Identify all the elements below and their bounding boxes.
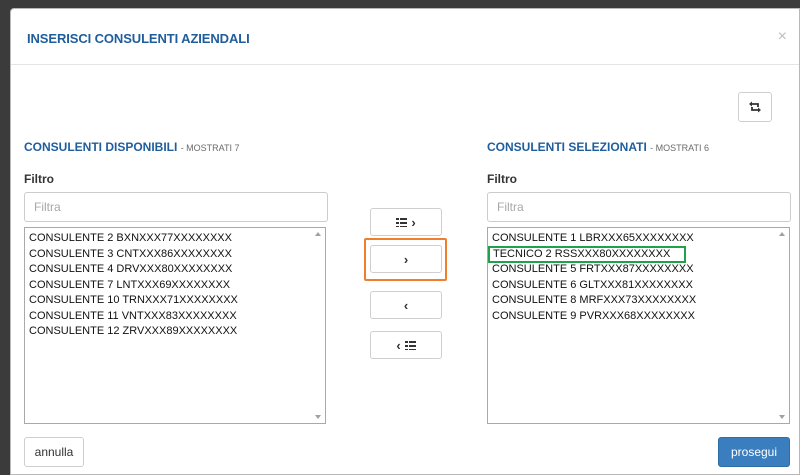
cancel-button[interactable]: annulla bbox=[24, 437, 84, 467]
scroll-down-icon[interactable] bbox=[315, 415, 321, 419]
scroll-up-icon[interactable] bbox=[779, 232, 785, 236]
dialog-header: INSERISCI CONSULENTI AZIENDALI × bbox=[11, 9, 799, 65]
left-list[interactable]: CONSULENTE 2 BXNXXX77XXXXXXXX CONSULENTE… bbox=[24, 227, 326, 424]
list-icon bbox=[404, 340, 416, 350]
list-icon bbox=[396, 217, 408, 227]
list-item[interactable]: CONSULENTE 11 VNTXXX83XXXXXXXX bbox=[25, 309, 325, 325]
left-panel-title-text: CONSULENTI DISPONIBILI bbox=[24, 140, 178, 154]
list-item[interactable]: CONSULENTE 7 LNTXXX69XXXXXXXX bbox=[25, 278, 325, 294]
right-list-items: CONSULENTE 1 LBRXXX65XXXXXXXX TECNICO 2 … bbox=[488, 228, 789, 324]
right-panel-title-text: CONSULENTI SELEZIONATI bbox=[487, 140, 647, 154]
continue-button[interactable]: prosegui bbox=[718, 437, 790, 467]
list-item[interactable]: CONSULENTE 12 ZRVXXX89XXXXXXXX bbox=[25, 324, 325, 340]
left-filter-label: Filtro bbox=[24, 172, 54, 186]
close-icon[interactable]: × bbox=[778, 28, 787, 46]
list-item[interactable]: CONSULENTE 3 CNTXXX86XXXXXXXX bbox=[25, 247, 325, 263]
list-item-selected[interactable]: TECNICO 2 RSSXXX80XXXXXXXX bbox=[488, 245, 686, 263]
left-panel-count: - MOSTRATI 7 bbox=[180, 143, 240, 153]
right-panel-count: - MOSTRATI 6 bbox=[650, 143, 709, 153]
move-all-right-button[interactable]: › bbox=[370, 208, 442, 236]
move-selected-left-button[interactable]: ‹ bbox=[370, 291, 442, 319]
right-panel-title: CONSULENTI SELEZIONATI - MOSTRATI 6 bbox=[487, 140, 709, 154]
list-item[interactable]: CONSULENTE 8 MRFXXX73XXXXXXXX bbox=[488, 293, 789, 309]
right-filter-input[interactable] bbox=[487, 192, 791, 222]
refresh-icon bbox=[749, 101, 761, 113]
list-item[interactable]: CONSULENTE 5 FRTXXX87XXXXXXXX bbox=[488, 262, 789, 278]
scroll-up-icon[interactable] bbox=[315, 232, 321, 236]
reset-button[interactable] bbox=[738, 92, 772, 122]
right-filter-label: Filtro bbox=[487, 172, 517, 186]
list-item[interactable]: CONSULENTE 6 GLTXXX81XXXXXXXX bbox=[488, 278, 789, 294]
left-list-items: CONSULENTE 2 BXNXXX77XXXXXXXX CONSULENTE… bbox=[25, 228, 325, 340]
left-filter-input[interactable] bbox=[24, 192, 328, 222]
chevron-right-icon: › bbox=[411, 214, 416, 230]
chevron-right-icon: › bbox=[403, 251, 409, 267]
left-panel-title: CONSULENTI DISPONIBILI - MOSTRATI 7 bbox=[24, 140, 240, 154]
list-item[interactable]: CONSULENTE 9 PVRXXX68XXXXXXXX bbox=[488, 309, 789, 325]
list-item[interactable]: CONSULENTE 1 LBRXXX65XXXXXXXX bbox=[488, 231, 789, 247]
chevron-left-icon: ‹ bbox=[403, 297, 409, 313]
move-selected-right-button[interactable]: › bbox=[370, 245, 442, 273]
dialog-title: INSERISCI CONSULENTI AZIENDALI bbox=[27, 31, 250, 46]
scroll-down-icon[interactable] bbox=[779, 415, 785, 419]
list-item[interactable]: CONSULENTE 10 TRNXXX71XXXXXXXX bbox=[25, 293, 325, 309]
move-all-left-button[interactable]: ‹ bbox=[370, 331, 442, 359]
list-item[interactable]: CONSULENTE 2 BXNXXX77XXXXXXXX bbox=[25, 231, 325, 247]
chevron-left-icon: ‹ bbox=[396, 337, 401, 353]
right-list[interactable]: CONSULENTE 1 LBRXXX65XXXXXXXX TECNICO 2 … bbox=[487, 227, 790, 424]
list-item[interactable]: CONSULENTE 4 DRVXXX80XXXXXXXX bbox=[25, 262, 325, 278]
